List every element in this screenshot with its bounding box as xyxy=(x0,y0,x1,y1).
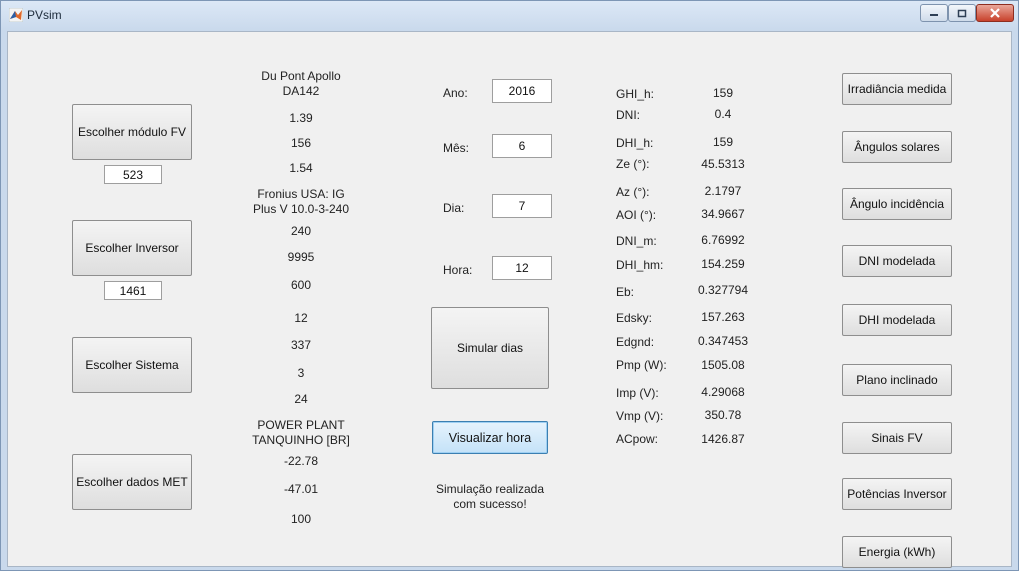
result-label: AOI (°): xyxy=(616,208,657,222)
result-label: DHI_h: xyxy=(616,136,654,150)
window-title: PVsim xyxy=(27,8,62,22)
measured-irradiance-button[interactable]: Irradiância medida xyxy=(842,73,952,105)
result-value: 1505.08 xyxy=(701,358,745,372)
info-value: -47.01 xyxy=(283,482,319,496)
view-hour-button[interactable]: Visualizar hora xyxy=(432,421,548,454)
result-value: 2.1797 xyxy=(704,184,742,198)
info-value: 156 xyxy=(290,136,312,150)
energy-kwh-button[interactable]: Energia (kWh) xyxy=(842,536,952,568)
month-input[interactable]: 6 xyxy=(492,134,552,158)
result-label: Pmp (W): xyxy=(616,358,667,372)
result-label: Eb: xyxy=(616,285,635,299)
choose-met-data-button[interactable]: Escolher dados MET xyxy=(72,454,192,510)
minimize-icon xyxy=(930,14,938,16)
result-value: 45.5313 xyxy=(701,157,745,171)
info-value: 337 xyxy=(290,338,312,352)
module-id-field[interactable]: 523 xyxy=(104,165,162,184)
result-label: Imp (V): xyxy=(616,386,659,400)
incidence-angle-button[interactable]: Ângulo incidência xyxy=(842,188,952,220)
result-value: 0.4 xyxy=(714,107,732,121)
module-name: Du Pont Apollo DA142 xyxy=(261,69,341,98)
result-label: Edgnd: xyxy=(616,335,655,349)
result-value: 159 xyxy=(712,86,734,100)
title-bar[interactable]: PVsim xyxy=(1,1,1018,29)
app-window: PVsim Escolher módulo FV 523 Escolher In… xyxy=(0,0,1019,571)
result-label: Az (°): xyxy=(616,185,650,199)
maximize-icon xyxy=(957,9,967,17)
info-value: 24 xyxy=(294,392,308,406)
result-value: 0.327794 xyxy=(697,283,749,297)
status-message: Simulação realizada com sucesso! xyxy=(435,482,545,511)
modeled-dni-button[interactable]: DNI modelada xyxy=(842,245,952,277)
year-input[interactable]: 2016 xyxy=(492,79,552,103)
result-label: DHI_hm: xyxy=(616,258,664,272)
result-label: Vmp (V): xyxy=(616,409,664,423)
simulate-days-button[interactable]: Simular dias xyxy=(431,307,549,389)
result-label: Edsky: xyxy=(616,311,653,325)
modeled-dhi-button[interactable]: DHI modelada xyxy=(842,304,952,336)
info-value: 9995 xyxy=(287,250,315,264)
inverter-id-field[interactable]: 1461 xyxy=(104,281,162,300)
result-value: 0.347453 xyxy=(697,334,749,348)
info-value: 100 xyxy=(290,512,312,526)
maximize-button[interactable] xyxy=(948,4,976,22)
inverter-name: Fronius USA: IG Plus V 10.0-3-240 xyxy=(252,187,350,216)
result-value: 4.29068 xyxy=(701,385,745,399)
result-value: 6.76992 xyxy=(701,233,745,247)
result-label: DNI_m: xyxy=(616,234,657,248)
result-value: 1426.87 xyxy=(701,432,745,446)
matlab-icon xyxy=(9,8,23,22)
choose-system-button[interactable]: Escolher Sistema xyxy=(72,337,192,393)
result-label: Ze (°): xyxy=(616,157,650,171)
result-label: ACpow: xyxy=(616,432,659,446)
hour-input[interactable]: 12 xyxy=(492,256,552,280)
day-input[interactable]: 7 xyxy=(492,194,552,218)
result-value: 154.259 xyxy=(701,257,745,271)
close-icon xyxy=(990,8,1000,18)
info-value: 1.54 xyxy=(289,161,313,175)
close-button[interactable] xyxy=(976,4,1014,22)
choose-module-button[interactable]: Escolher módulo FV xyxy=(72,104,192,160)
info-value: 600 xyxy=(290,278,312,292)
result-value: 350.78 xyxy=(704,408,742,422)
day-label: Dia: xyxy=(443,201,465,215)
result-value: 159 xyxy=(712,135,734,149)
result-label: GHI_h: xyxy=(616,87,655,101)
info-value: 240 xyxy=(290,224,312,238)
info-value: 3 xyxy=(297,366,305,380)
month-label: Mês: xyxy=(443,141,470,155)
result-label: DNI: xyxy=(616,108,640,122)
tilted-plane-button[interactable]: Plano inclinado xyxy=(842,364,952,396)
result-value: 34.9667 xyxy=(701,207,745,221)
hour-label: Hora: xyxy=(443,263,473,277)
choose-inverter-button[interactable]: Escolher Inversor xyxy=(72,220,192,276)
info-value: 12 xyxy=(294,311,308,325)
solar-angles-button[interactable]: Ângulos solares xyxy=(842,131,952,163)
met-location-name: POWER PLANT TANQUINHO [BR] xyxy=(252,418,350,447)
minimize-button[interactable] xyxy=(920,4,948,22)
pv-signals-button[interactable]: Sinais FV xyxy=(842,422,952,454)
result-value: 157.263 xyxy=(701,310,745,324)
year-label: Ano: xyxy=(443,86,468,100)
figure-client-area: Escolher módulo FV 523 Escolher Inversor… xyxy=(7,31,1012,568)
info-value: 1.39 xyxy=(289,111,313,125)
info-value: -22.78 xyxy=(283,454,319,468)
inverter-power-button[interactable]: Potências Inversor xyxy=(842,478,952,510)
